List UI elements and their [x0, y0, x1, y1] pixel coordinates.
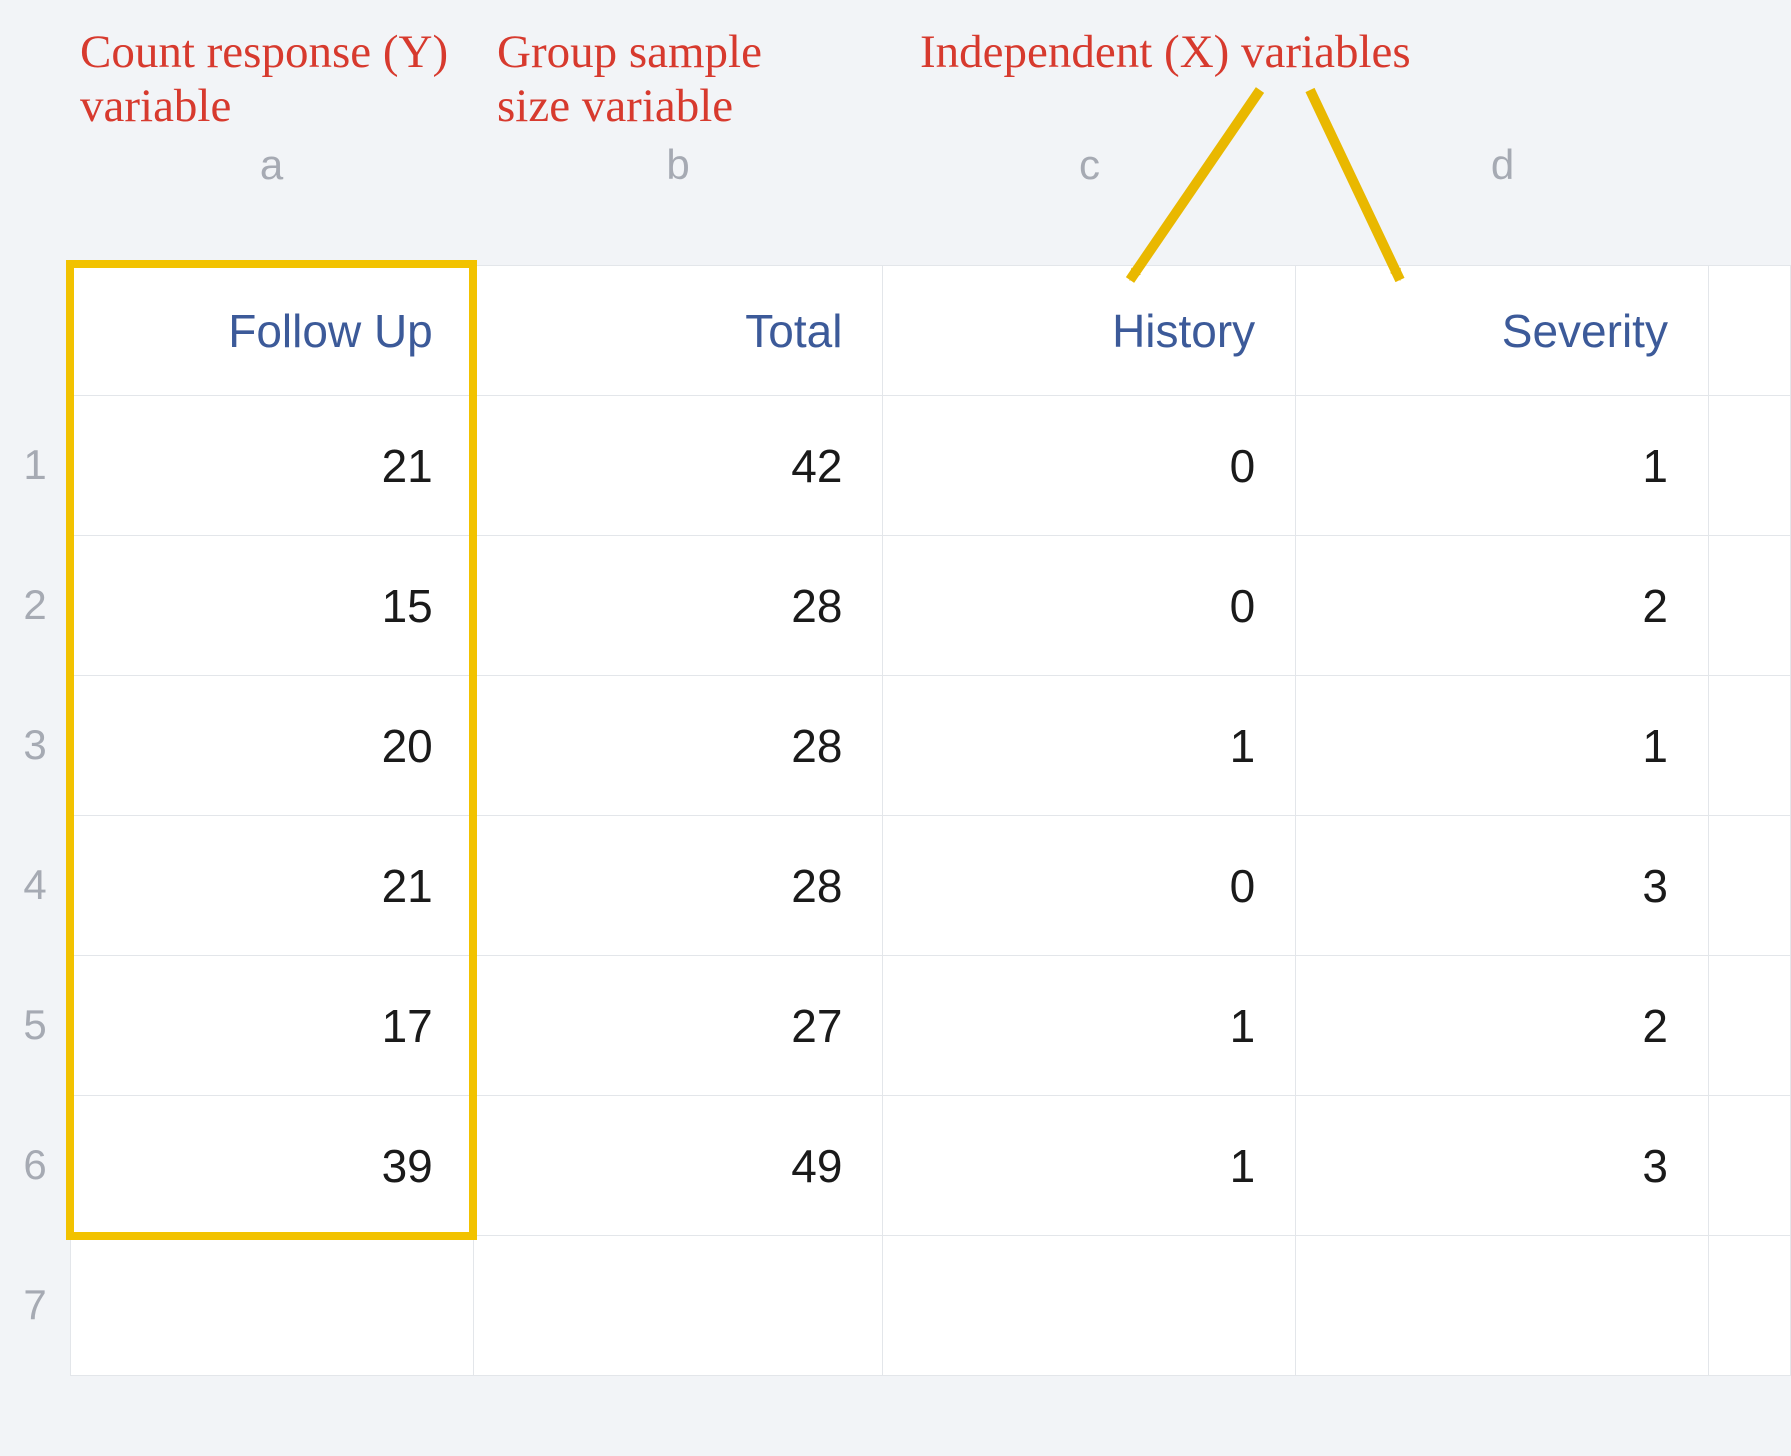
annotation-independent-x: Independent (X) variables [910, 25, 1530, 79]
cell-history[interactable]: 0 [883, 396, 1296, 536]
cell-empty[interactable] [1708, 816, 1790, 956]
row-number-6[interactable]: 6 [0, 1095, 70, 1235]
header-empty[interactable] [1708, 266, 1790, 396]
row-number-5[interactable]: 5 [0, 955, 70, 1095]
column-letter-b[interactable]: b [473, 135, 883, 195]
table-row: 15 28 0 2 [71, 536, 1791, 676]
cell-total[interactable]: 28 [473, 816, 883, 956]
cell-follow-up[interactable]: 20 [71, 676, 474, 816]
cell-follow-up[interactable]: 17 [71, 956, 474, 1096]
spreadsheet: Count response (Y) variable Group sample… [0, 0, 1791, 1456]
cell-follow-up[interactable]: 21 [71, 396, 474, 536]
row-number-2[interactable]: 2 [0, 535, 70, 675]
cell-total[interactable] [473, 1236, 883, 1376]
cell-empty[interactable] [1708, 1236, 1790, 1376]
table-row: 21 42 0 1 [71, 396, 1791, 536]
cell-empty[interactable] [1708, 396, 1790, 536]
cell-total[interactable]: 28 [473, 536, 883, 676]
column-letter-a[interactable]: a [70, 135, 473, 195]
cell-severity[interactable]: 1 [1296, 676, 1709, 816]
table-row: 21 28 0 3 [71, 816, 1791, 956]
cell-severity[interactable]: 2 [1296, 956, 1709, 1096]
cell-history[interactable]: 0 [883, 536, 1296, 676]
cell-empty[interactable] [1708, 956, 1790, 1096]
annotation-group-sample-size: Group sample size variable [487, 25, 847, 133]
table-row [71, 1236, 1791, 1376]
cell-total[interactable]: 27 [473, 956, 883, 1096]
cell-follow-up[interactable]: 21 [71, 816, 474, 956]
cell-empty[interactable] [1708, 1096, 1790, 1236]
column-letter-row: a b c d [0, 135, 1791, 195]
table-row: 17 27 1 2 [71, 956, 1791, 1096]
annotation-count-response: Count response (Y) variable [70, 25, 470, 133]
row-number-4[interactable]: 4 [0, 815, 70, 955]
cell-follow-up[interactable]: 15 [71, 536, 474, 676]
header-history[interactable]: History [883, 266, 1296, 396]
cell-history[interactable] [883, 1236, 1296, 1376]
cell-severity[interactable]: 2 [1296, 536, 1709, 676]
header-row: Follow Up Total History Severity [71, 266, 1791, 396]
cell-history[interactable]: 1 [883, 676, 1296, 816]
header-total[interactable]: Total [473, 266, 883, 396]
data-table: Follow Up Total History Severity 21 42 0… [70, 265, 1791, 1376]
header-follow-up[interactable]: Follow Up [71, 266, 474, 396]
cell-follow-up[interactable] [71, 1236, 474, 1376]
cell-total[interactable]: 42 [473, 396, 883, 536]
row-number-1[interactable]: 1 [0, 395, 70, 535]
cell-empty[interactable] [1708, 676, 1790, 816]
cell-total[interactable]: 49 [473, 1096, 883, 1236]
cell-severity[interactable]: 1 [1296, 396, 1709, 536]
cell-history[interactable]: 1 [883, 956, 1296, 1096]
table-row: 39 49 1 3 [71, 1096, 1791, 1236]
column-letter-d[interactable]: d [1296, 135, 1709, 195]
cell-history[interactable]: 0 [883, 816, 1296, 956]
cell-severity[interactable]: 3 [1296, 1096, 1709, 1236]
cell-empty[interactable] [1708, 536, 1790, 676]
cell-follow-up[interactable]: 39 [71, 1096, 474, 1236]
cell-severity[interactable]: 3 [1296, 816, 1709, 956]
row-number-3[interactable]: 3 [0, 675, 70, 815]
cell-total[interactable]: 28 [473, 676, 883, 816]
cell-history[interactable]: 1 [883, 1096, 1296, 1236]
column-letter-c[interactable]: c [883, 135, 1296, 195]
table-row: 20 28 1 1 [71, 676, 1791, 816]
header-severity[interactable]: Severity [1296, 266, 1709, 396]
row-number-7[interactable]: 7 [0, 1235, 70, 1375]
cell-severity[interactable] [1296, 1236, 1709, 1376]
